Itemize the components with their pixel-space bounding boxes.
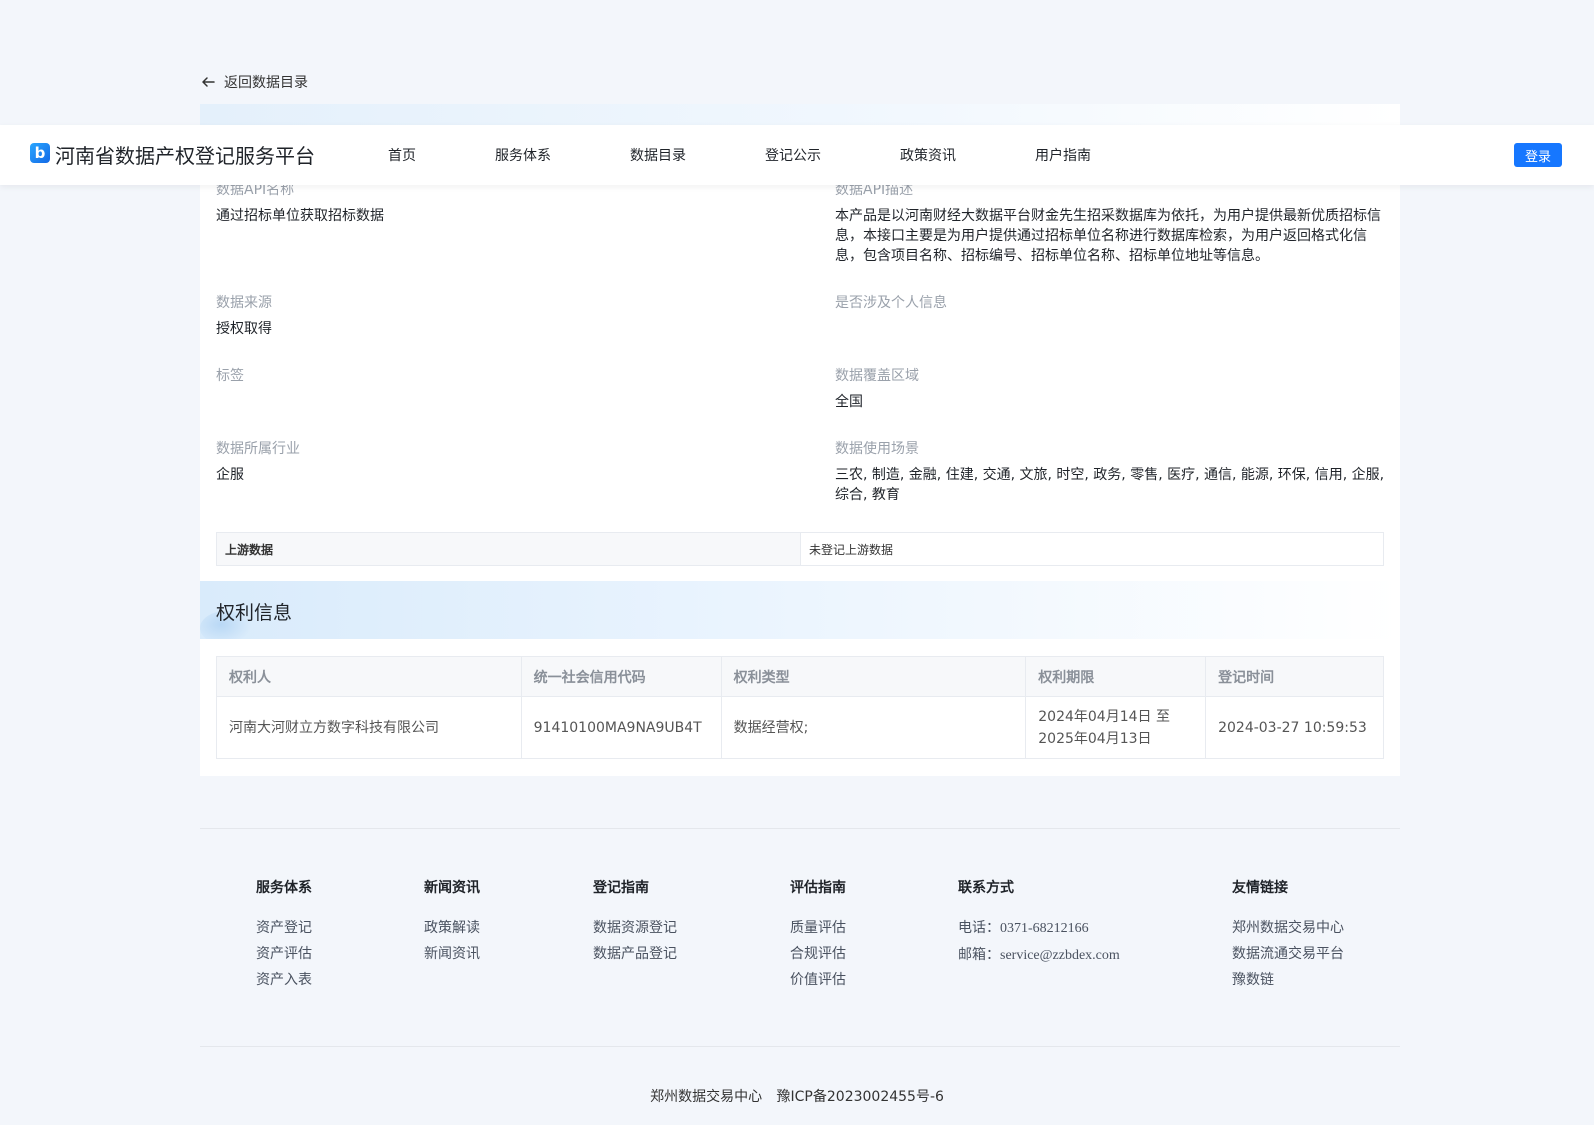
icp-number[interactable]: 豫ICP备2023002455号-6: [777, 1089, 944, 1105]
field-value: 本产品是以河南财经大数据平台财金先生招采数据库为依托，为用户提供最新优质招标信息…: [835, 208, 1381, 264]
footer-col-contact: 联系方式 电话：0371-68212166 邮箱：service@zzbdex.…: [958, 878, 1120, 972]
nav-item-policy[interactable]: 政策资讯: [900, 145, 956, 165]
brand-logo-icon[interactable]: b: [30, 143, 50, 163]
footer-col-title: 友情链接: [1232, 880, 1288, 896]
footer-link[interactable]: 价值评估: [790, 970, 846, 990]
footer-link[interactable]: 数据产品登记: [593, 944, 677, 964]
nav-item-home[interactable]: 首页: [388, 145, 416, 165]
field-api-name: 数据API名称 通过招标单位获取招标数据: [216, 180, 776, 226]
footer-link[interactable]: 合规评估: [790, 944, 846, 964]
col-header-registered: 登记时间: [1205, 656, 1384, 697]
footer-col-title: 新闻资讯: [424, 880, 480, 896]
nav-item-catalog[interactable]: 数据目录: [630, 145, 686, 165]
field-label: 是否涉及个人信息: [835, 295, 947, 311]
field-scenario: 数据使用场景 三农, 制造, 金融, 住建, 交通, 文旅, 时空, 政务, 零…: [835, 439, 1385, 505]
top-header: b 河南省数据产权登记服务平台 首页 服务体系 数据目录 登记公示 政策资讯 用…: [0, 125, 1594, 185]
brand-title[interactable]: 河南省数据产权登记服务平台: [55, 140, 315, 169]
nav-item-service[interactable]: 服务体系: [495, 145, 551, 165]
footer-col-news: 新闻资讯 政策解读 新闻资讯: [424, 878, 480, 970]
period-start: 2024年04月14日 至: [1038, 708, 1170, 725]
footer-col-service: 服务体系 资产登记 资产评估 资产入表: [256, 878, 312, 996]
field-api-desc: 数据API描述 本产品是以河南财经大数据平台财金先生招采数据库为依托，为用户提供…: [835, 180, 1385, 266]
footer-link[interactable]: 资产入表: [256, 970, 312, 990]
cell-registered: 2024-03-27 10:59:53: [1205, 696, 1384, 759]
field-personal-info: 是否涉及个人信息: [835, 293, 1395, 319]
rights-section-title: 权利信息: [216, 602, 293, 624]
col-header-right-type: 权利类型: [720, 656, 1027, 697]
email-value[interactable]: service@zzbdex.com: [1000, 948, 1120, 963]
arrow-left-icon: [202, 77, 215, 87]
rights-section-band: [200, 581, 1400, 639]
footer-phone: 电话：0371-68212166: [958, 918, 1120, 939]
footer-link[interactable]: 资产评估: [256, 944, 312, 964]
footer-col-eval-guide: 评估指南 质量评估 合规评估 价值评估: [790, 878, 846, 996]
field-value: 通过招标单位获取招标数据: [216, 208, 384, 224]
field-label: 数据来源: [216, 295, 272, 311]
field-industry: 数据所属行业 企服: [216, 439, 776, 485]
back-link-label: 返回数据目录: [224, 75, 308, 91]
field-tags: 标签: [216, 366, 776, 392]
footer-link[interactable]: 郑州数据交易中心: [1232, 918, 1344, 938]
footer-col-reg-guide: 登记指南 数据资源登记 数据产品登记: [593, 878, 677, 970]
footer-link[interactable]: 豫数链: [1232, 970, 1344, 990]
footer-link[interactable]: 数据流通交易平台: [1232, 944, 1344, 964]
footer-link[interactable]: 质量评估: [790, 918, 846, 938]
field-label: 数据所属行业: [216, 441, 300, 457]
footer-email: 邮箱：service@zzbdex.com: [958, 945, 1120, 966]
footer-col-title: 评估指南: [790, 880, 846, 896]
period-end: 2025年04月13日: [1038, 730, 1152, 747]
field-label: 标签: [216, 368, 244, 384]
field-value: 三农, 制造, 金融, 住建, 交通, 文旅, 时空, 政务, 零售, 医疗, …: [835, 467, 1385, 503]
table-header-row: 权利人 统一社会信用代码 权利类型 权利期限 登记时间: [216, 656, 1384, 697]
phone-label: 电话：: [958, 920, 1000, 936]
table-row: 河南大河财立方数字科技有限公司 91410100MA9NA9UB4T 数据经营权…: [216, 696, 1384, 759]
col-header-credit-code: 统一社会信用代码: [520, 656, 722, 697]
phone-value: 0371-68212166: [1000, 921, 1089, 936]
cell-credit-code: 91410100MA9NA9UB4T: [520, 696, 722, 759]
footer-link[interactable]: 新闻资讯: [424, 944, 480, 964]
field-value: 全国: [835, 394, 863, 410]
field-label: 数据使用场景: [835, 441, 919, 457]
login-button[interactable]: 登录: [1514, 143, 1562, 167]
field-value: 企服: [216, 467, 244, 483]
field-label: 数据覆盖区域: [835, 368, 919, 384]
cell-period: 2024年04月14日 至 2025年04月13日: [1025, 696, 1207, 759]
copyright-line: 郑州数据交易中心 豫ICP备2023002455号-6: [0, 1086, 1594, 1106]
field-source: 数据来源 授权取得: [216, 293, 776, 339]
footer-col-title: 联系方式: [958, 880, 1014, 896]
cell-right-type: 数据经营权;: [720, 696, 1027, 759]
col-header-period: 权利期限: [1025, 656, 1207, 697]
footer-link[interactable]: 数据资源登记: [593, 918, 677, 938]
field-coverage: 数据覆盖区域 全国: [835, 366, 1395, 412]
upstream-label: 上游数据: [217, 533, 801, 565]
footer-link[interactable]: 政策解读: [424, 918, 480, 938]
footer-divider-top: [200, 828, 1400, 829]
col-header-holder: 权利人: [216, 656, 522, 697]
nav-item-guide[interactable]: 用户指南: [1035, 145, 1091, 165]
email-label: 邮箱：: [958, 947, 1000, 963]
footer-col-friends: 友情链接 郑州数据交易中心 数据流通交易平台 豫数链: [1232, 878, 1344, 996]
footer-col-title: 服务体系: [256, 880, 312, 896]
footer-link[interactable]: 资产登记: [256, 918, 312, 938]
field-value: 授权取得: [216, 321, 272, 337]
rights-table: 权利人 统一社会信用代码 权利类型 权利期限 登记时间 河南大河财立方数字科技有…: [216, 656, 1384, 759]
back-to-catalog-link[interactable]: 返回数据目录: [200, 72, 308, 92]
copyright-org: 郑州数据交易中心: [650, 1089, 763, 1105]
cell-holder: 河南大河财立方数字科技有限公司: [216, 696, 522, 759]
footer-divider-bottom: [200, 1046, 1400, 1047]
upstream-value: 未登记上游数据: [809, 542, 894, 557]
upstream-data-row: 上游数据 未登记上游数据: [216, 532, 1384, 566]
footer-col-title: 登记指南: [593, 880, 649, 896]
nav-item-registration[interactable]: 登记公示: [765, 145, 821, 165]
